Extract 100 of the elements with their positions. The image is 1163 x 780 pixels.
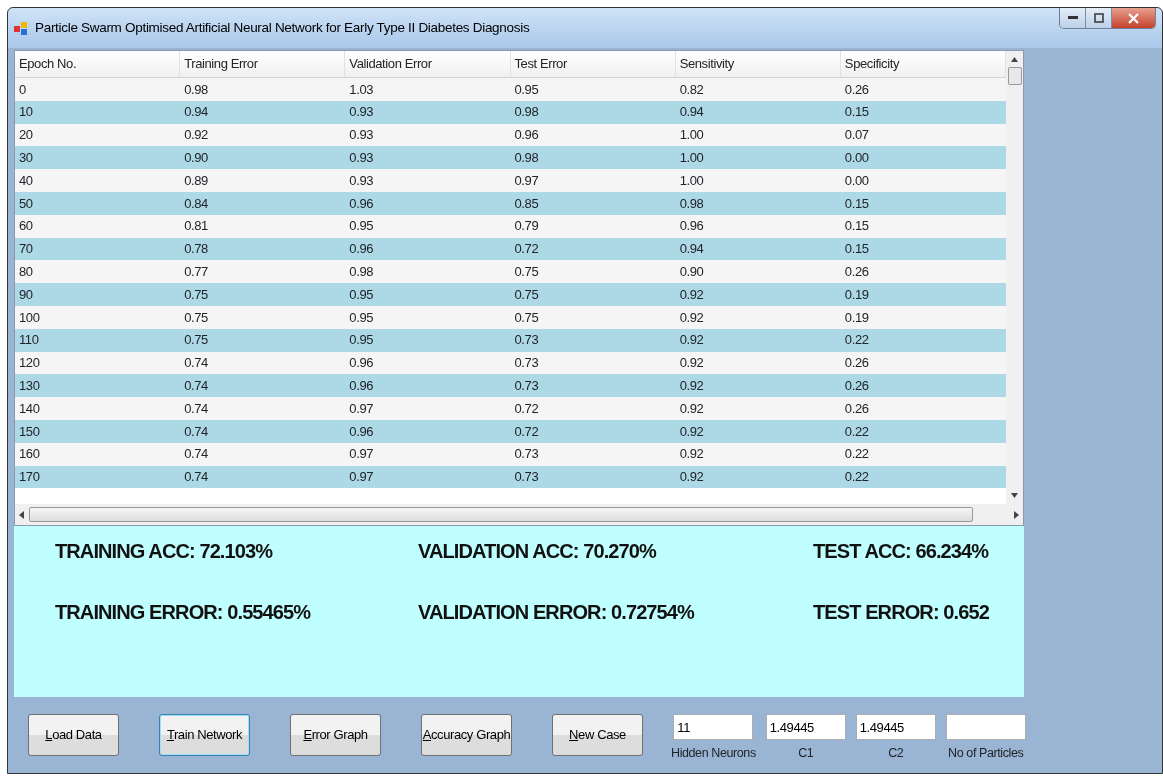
table-cell-text: 0.74 (183, 468, 209, 487)
table-cell-text: 0.92 (678, 377, 705, 395)
table-cell-text: 30 (18, 149, 34, 168)
table-cell-text: 0.98 (513, 103, 540, 122)
table-row[interactable]: 170 0.74 0.97 0.73 0.92 0.22 (15, 465, 1006, 489)
table-cell-text: 100 (18, 308, 41, 327)
table-cell-text: 0.92 (183, 126, 209, 145)
table-row[interactable]: 80 0.77 0.98 0.75 0.90 0.26 (15, 260, 1006, 284)
table-row[interactable]: 110 0.75 0.95 0.73 0.92 0.22 (15, 328, 1006, 352)
action-button[interactable]: New Case (552, 714, 643, 756)
table-row[interactable]: 60 0.81 0.95 0.79 0.96 0.15 (15, 214, 1006, 238)
table-row[interactable]: 40 0.89 0.93 0.97 1.00 0.00 (15, 169, 1006, 192)
table-cell-text: 0.72 (513, 399, 540, 418)
table-cell-text: 0.77 (183, 263, 209, 281)
table-row[interactable]: 160 0.74 0.97 0.73 0.92 0.22 (15, 442, 1006, 466)
table-cell-text: 150 (18, 422, 41, 441)
table-row[interactable]: 70 0.78 0.96 0.72 0.94 0.15 (15, 237, 1006, 261)
table-cell-text: 0.75 (183, 331, 209, 350)
table-row[interactable]: 130 0.74 0.96 0.73 0.92 0.26 (15, 374, 1006, 398)
table-row[interactable]: 90 0.75 0.95 0.75 0.92 0.19 (15, 283, 1006, 306)
table-cell-text: 0.26 (843, 80, 870, 99)
table-row[interactable]: 120 0.74 0.96 0.73 0.92 0.26 (15, 351, 1006, 375)
table-cell-text: 0.73 (513, 468, 540, 487)
table-cell-text: 0.26 (843, 354, 870, 373)
table-cell-text: 0.95 (348, 217, 375, 236)
table-cell-text: 120 (18, 354, 41, 373)
table-cell-text: 40 (18, 171, 34, 190)
table-cell-text: 110 (18, 331, 40, 350)
table-cell-text: 0.19 (843, 285, 870, 304)
table-cell-text: 20 (18, 126, 34, 145)
table-cell-text: 0.15 (843, 217, 870, 236)
minimize-button[interactable] (1060, 8, 1086, 28)
table-row[interactable]: 140 0.74 0.97 0.72 0.92 0.26 (15, 397, 1006, 420)
table-cell-text: 0.93 (348, 171, 375, 190)
input-field[interactable] (945, 714, 1026, 740)
minimize-icon (1067, 16, 1078, 20)
table-cell-text: 1.00 (678, 126, 705, 145)
table-row[interactable]: 100 0.75 0.95 0.75 0.92 0.19 (15, 305, 1006, 329)
table-cell-text: 0.97 (348, 445, 375, 464)
table-cell-text: 0.92 (678, 285, 705, 304)
column-header[interactable]: Test Error (510, 51, 676, 77)
result-text: VALIDATION ACC: 70.270% (418, 539, 658, 564)
table-cell-text: 0.74 (183, 399, 209, 418)
action-button[interactable]: Accuracy Graph (421, 714, 512, 756)
table-cell-text: 0.98 (513, 149, 540, 168)
field-label: No of Particles (948, 745, 1024, 762)
table-row[interactable]: 20 0.92 0.93 0.96 1.00 0.07 (15, 123, 1006, 147)
table-cell-text: 0.93 (348, 149, 375, 168)
action-button[interactable]: Load Data (28, 714, 119, 756)
table-cell-text: 0.96 (513, 126, 540, 145)
field-label: C1 (798, 745, 814, 762)
table-cell-text: 0.97 (348, 468, 375, 487)
table-cell-text: 0.72 (513, 240, 540, 259)
table-cell-text: 0.98 (678, 194, 705, 213)
input-field[interactable]: 1.49445 (855, 714, 936, 740)
field-label: Hidden Neurons (671, 745, 756, 762)
table-cell-text: 0.74 (183, 354, 209, 373)
table-cell-text: 0.22 (843, 331, 870, 350)
table-cell-text: 0.73 (513, 331, 540, 350)
table-cell-text: 170 (18, 468, 41, 487)
table-row[interactable]: 30 0.90 0.93 0.98 1.00 0.00 (15, 146, 1006, 170)
table-cell-text: 0.72 (513, 422, 540, 441)
column-header[interactable]: Validation Error (345, 51, 511, 77)
table-cell-text: 0.95 (348, 285, 375, 304)
table-cell-text: 1.03 (348, 80, 375, 99)
table-row[interactable]: 0 0.98 1.03 0.95 0.82 0.26 (15, 78, 1006, 101)
table-cell-text: 80 (18, 263, 34, 281)
table-cell-text: 0.90 (183, 149, 209, 168)
close-button[interactable] (1112, 8, 1155, 28)
action-button[interactable]: Error Graph (290, 714, 381, 756)
table-cell-text: 10 (18, 103, 34, 122)
table-cell-text: 0.22 (843, 422, 870, 441)
table-cell-text: 0.74 (183, 445, 209, 464)
table-cell-text: 50 (18, 194, 34, 213)
maximize-button[interactable] (1086, 8, 1112, 28)
action-button[interactable]: Train Network (159, 714, 250, 756)
table-cell-text: 0.74 (183, 422, 209, 441)
table-cell-text: 0.92 (678, 331, 705, 350)
table-cell-text: 0.92 (678, 422, 705, 441)
column-header[interactable]: Epoch No. (15, 51, 181, 77)
table-cell-text: 0.93 (348, 126, 375, 145)
input-field[interactable]: 1.49445 (765, 714, 846, 740)
table-cell-text: 70 (18, 240, 34, 259)
table-cell-text: 0.92 (678, 468, 705, 487)
table-cell-text: 0.22 (843, 445, 870, 464)
table-cell-text: 0.96 (348, 240, 375, 259)
table-cell-text: 0.96 (348, 354, 375, 373)
table-cell-text: 0.82 (678, 80, 705, 99)
table-cell-text: 0.74 (183, 377, 209, 395)
table-cell-text: 0.96 (348, 422, 375, 441)
app-icon (13, 20, 29, 36)
column-header[interactable]: Training Error (180, 51, 346, 77)
table-cell-text: 0.79 (513, 217, 540, 236)
table-cell-text: 0.00 (843, 149, 870, 168)
table-row[interactable]: 50 0.84 0.96 0.85 0.98 0.15 (15, 192, 1006, 215)
table-row[interactable]: 10 0.94 0.93 0.98 0.94 0.15 (15, 100, 1006, 124)
column-header[interactable]: Sensitivity (675, 51, 841, 77)
input-field[interactable]: 11 (673, 714, 754, 740)
table-row[interactable]: 150 0.74 0.96 0.72 0.92 0.22 (15, 419, 1006, 443)
table-cell-text: 1.00 (678, 171, 705, 190)
